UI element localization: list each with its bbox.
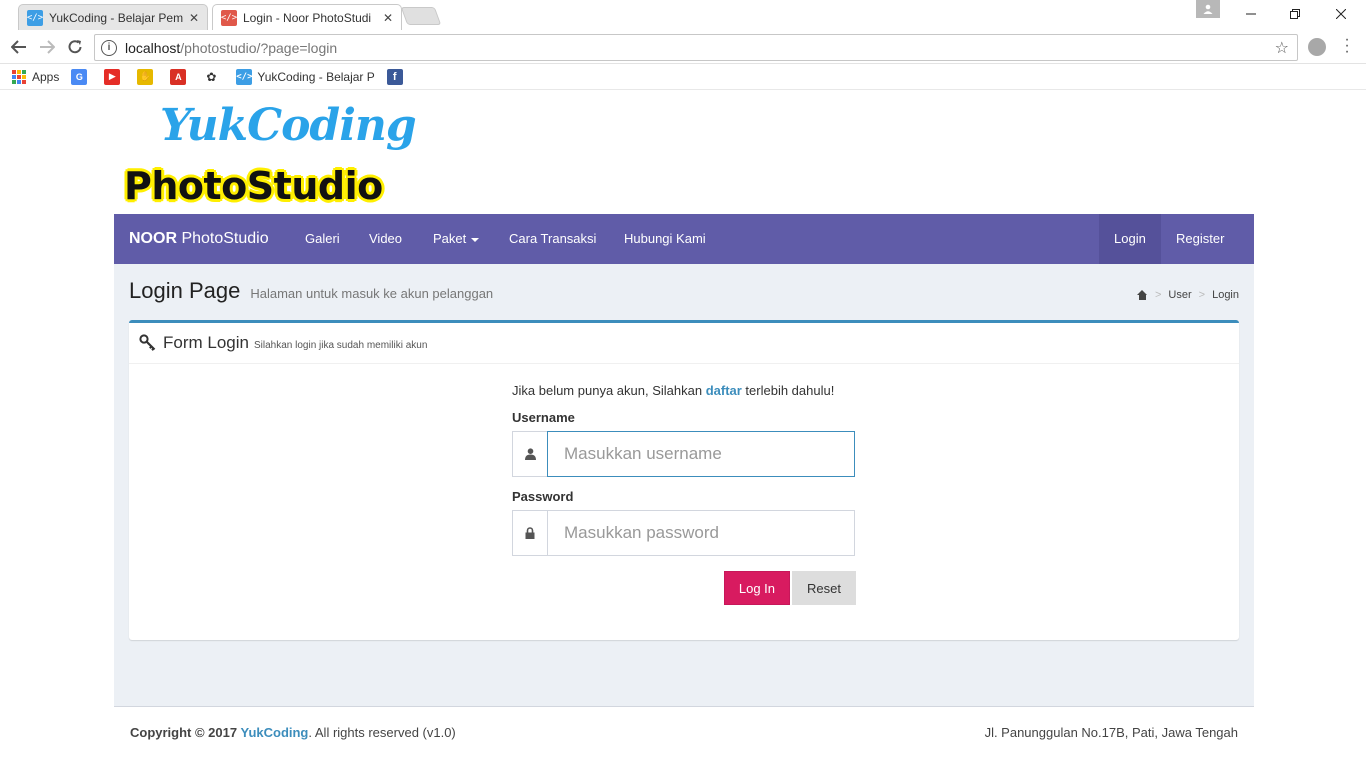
key-icon: [139, 334, 156, 351]
forward-arrow-icon[interactable]: [36, 36, 58, 58]
navbar-brand[interactable]: NOOR PhotoStudio: [129, 214, 269, 264]
home-icon[interactable]: [1136, 290, 1148, 300]
bookmark-hand[interactable]: ✋: [137, 68, 158, 85]
box-subtitle: Silahkan login jika sudah memiliki akun: [253, 339, 428, 351]
bookmark-translate[interactable]: G: [71, 68, 92, 85]
nav-item-hubungi-kami[interactable]: Hubungi Kami: [624, 214, 706, 264]
content-wrapper: Login Page Halaman untuk masuk ke akun p…: [114, 264, 1254, 706]
breadcrumb-login: Login: [1212, 289, 1239, 301]
footer-address: Jl. Panunggulan No.17B, Pati, Jawa Tenga…: [984, 725, 1238, 740]
tab-close-icon[interactable]: ✕: [383, 11, 393, 25]
login-button[interactable]: Log In: [723, 571, 791, 605]
login-box: Form Login Silahkan login jika sudah mem…: [129, 320, 1239, 640]
yukcoding-icon: </>: [236, 68, 253, 85]
youtube-icon: ▶: [104, 68, 121, 85]
bookmark-yukcoding[interactable]: </> YukCoding - Belajar P: [236, 68, 375, 85]
nav-item-paket[interactable]: Paket: [433, 214, 480, 264]
tab-title: YukCoding - Belajar Pem: [49, 10, 183, 25]
nav-item-video[interactable]: Video: [369, 214, 402, 264]
apps-grid-icon: [12, 69, 26, 84]
nav-item-cara-transaksi[interactable]: Cara Transaksi: [509, 214, 596, 264]
daftar-link[interactable]: daftar: [706, 383, 742, 398]
lock-icon: [512, 510, 547, 556]
back-arrow-icon[interactable]: [8, 36, 30, 58]
url-host: localhost: [125, 39, 181, 56]
breadcrumb: > User > Login: [1136, 289, 1239, 301]
nav-item-register[interactable]: Register: [1176, 214, 1224, 264]
browser-toolbar: i localhost/photostudio/?page=login ☆ · ·…: [0, 30, 1366, 64]
tab-close-icon[interactable]: ✕: [189, 11, 199, 25]
minimize-icon[interactable]: [1228, 0, 1274, 28]
bookmark-facebook[interactable]: f: [386, 68, 408, 85]
page: YukCoding PhotoStudio NOOR PhotoStudio G…: [0, 90, 1366, 768]
content-header: Login Page Halaman untuk masuk ke akun p…: [129, 278, 493, 304]
register-notice: Jika belum punya akun, Silahkan daftar t…: [512, 383, 835, 398]
browser-tabstrip: </> YukCoding - Belajar Pem ✕ </> Login …: [0, 0, 1366, 30]
page-title: Login Page: [129, 278, 241, 303]
box-header: Form Login Silahkan login jika sudah mem…: [129, 323, 1239, 364]
browser-tab-yukcoding[interactable]: </> YukCoding - Belajar Pem ✕: [18, 4, 208, 30]
code-favicon-icon: </>: [27, 9, 43, 26]
adobe-icon: A: [170, 68, 187, 85]
info-icon[interactable]: i: [101, 39, 117, 56]
code-favicon-icon: </>: [221, 9, 237, 26]
site-logo[interactable]: YukCoding PhotoStudio: [124, 100, 417, 210]
reset-button[interactable]: Reset: [792, 571, 856, 605]
hand-icon: ✋: [137, 68, 154, 85]
nav-item-galeri[interactable]: Galeri: [305, 214, 340, 264]
logo-photostudio: PhotoStudio: [124, 164, 383, 208]
page-container: YukCoding PhotoStudio NOOR PhotoStudio G…: [114, 90, 1254, 768]
box-title: Form Login: [163, 333, 249, 352]
form-buttons: Log In Reset: [512, 571, 856, 605]
bookmark-apps[interactable]: Apps: [12, 69, 59, 84]
footer-yukcoding-link[interactable]: YukCoding: [240, 725, 308, 740]
restore-icon[interactable]: [1272, 0, 1318, 28]
url-path: /photostudio/?page=login: [180, 39, 338, 56]
facebook-icon: f: [386, 68, 403, 85]
page-subtitle: Halaman untuk masuk ke akun pelanggan: [250, 286, 494, 301]
close-window-icon[interactable]: [1318, 0, 1364, 28]
bee-icon: ✿: [203, 68, 220, 85]
address-bar[interactable]: i localhost/photostudio/?page=login ☆: [94, 34, 1298, 61]
bookmark-star-icon[interactable]: ☆: [1275, 38, 1289, 58]
extension-icon[interactable]: [1308, 38, 1326, 56]
browser-tab-login[interactable]: </> Login - Noor PhotoStudi ✕: [212, 4, 402, 30]
caret-down-icon: [471, 237, 480, 242]
username-label: Username: [512, 410, 575, 425]
password-group: [512, 510, 855, 556]
page-footer: Copyright © 2017 YukCoding. All rights r…: [114, 706, 1254, 757]
footer-copyright: Copyright © 2017 YukCoding. All rights r…: [130, 725, 456, 740]
nav-item-login[interactable]: Login: [1099, 214, 1161, 264]
username-input[interactable]: [547, 431, 855, 477]
new-tab-button[interactable]: [400, 7, 442, 25]
user-icon: [512, 431, 547, 477]
bookmark-adobe[interactable]: A: [170, 68, 191, 85]
reload-icon[interactable]: [64, 36, 86, 58]
tab-title: Login - Noor PhotoStudi: [243, 10, 372, 25]
password-label: Password: [512, 489, 574, 504]
logo-yukcoding: YukCoding: [160, 100, 417, 151]
bookmark-youtube[interactable]: ▶: [104, 68, 125, 85]
bookmark-bee[interactable]: ✿: [203, 68, 224, 85]
profile-icon[interactable]: [1196, 0, 1220, 18]
breadcrumb-user[interactable]: User: [1168, 289, 1191, 301]
password-input[interactable]: [547, 510, 855, 556]
browser-menu-icon[interactable]: · · ·: [1342, 32, 1352, 60]
bookmarks-bar: Apps G ▶ ✋ A ✿ </> YukCoding - Belajar P…: [0, 64, 1366, 90]
login-form: Jika belum punya akun, Silahkan daftar t…: [512, 383, 856, 605]
username-group: [512, 431, 855, 477]
main-navbar: NOOR PhotoStudio Galeri Video Paket Cara…: [114, 214, 1254, 264]
google-translate-icon: G: [71, 68, 88, 85]
